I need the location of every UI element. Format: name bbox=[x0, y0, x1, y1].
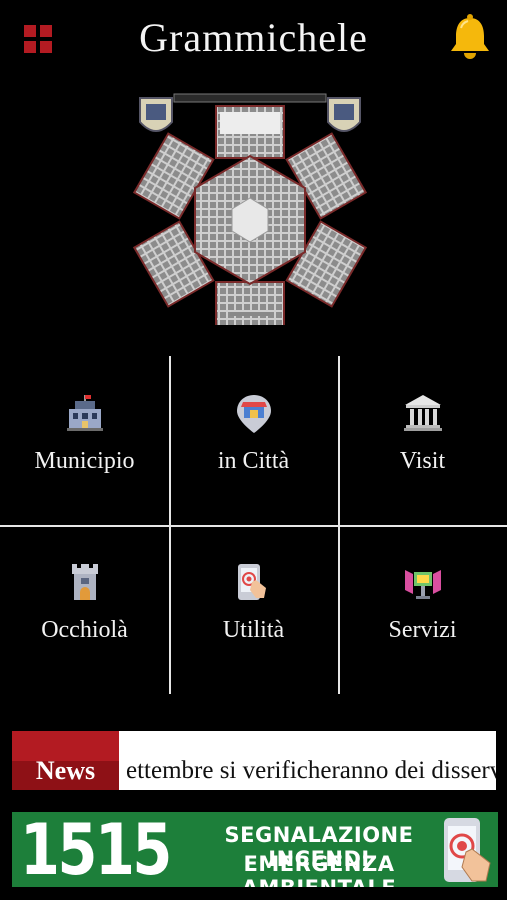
menu-item-servizi[interactable]: Servizi bbox=[338, 525, 507, 694]
menu-item-label: in Città bbox=[217, 448, 290, 474]
menu-item-occhiola[interactable]: Occhiolà bbox=[0, 525, 169, 694]
services-icon bbox=[403, 562, 443, 602]
tower-icon bbox=[65, 562, 105, 602]
menu-item-label: Visit bbox=[399, 448, 446, 474]
banner-line2: EMERGENZA AMBIENTALE bbox=[242, 852, 396, 887]
news-label: News bbox=[12, 731, 119, 790]
menu-item-label: Municipio bbox=[34, 448, 135, 474]
menu-item-municipio[interactable]: Municipio bbox=[0, 356, 169, 525]
app-title: Grammichele bbox=[139, 15, 368, 60]
menu-item-utilita[interactable]: Utilità bbox=[169, 525, 338, 694]
town-hall-icon bbox=[65, 393, 105, 433]
menu-item-in-citta[interactable]: in Città bbox=[169, 356, 338, 525]
menu-item-label: Utilità bbox=[222, 617, 285, 643]
menu-item-label: Occhiolà bbox=[41, 617, 128, 643]
phone-tap-icon bbox=[234, 562, 274, 602]
news-ticker-text: ettembre si verificheranno dei disserviz… bbox=[126, 757, 496, 784]
menu-item-label: Servizi bbox=[388, 617, 457, 643]
phone-tap-icon bbox=[440, 814, 498, 886]
banner-number: 1515 bbox=[20, 812, 172, 887]
town-map-image bbox=[130, 90, 370, 335]
coat-of-arms-right-icon bbox=[327, 97, 361, 132]
coat-of-arms-left-icon bbox=[139, 97, 173, 132]
bell-icon[interactable] bbox=[448, 14, 492, 62]
menu-grid: Municipio in Città Visit Occhiolà Utilit… bbox=[0, 356, 507, 694]
museum-icon bbox=[403, 393, 443, 433]
news-ticker[interactable]: News ettembre si verificheranno dei diss… bbox=[12, 731, 496, 790]
app-header: Grammichele bbox=[0, 0, 507, 80]
menu-item-visit[interactable]: Visit bbox=[338, 356, 507, 525]
shop-pin-icon bbox=[234, 393, 274, 433]
emergency-banner[interactable]: 1515 SEGNALAZIONE INCENDI EMERGENZA AMBI… bbox=[12, 812, 498, 887]
